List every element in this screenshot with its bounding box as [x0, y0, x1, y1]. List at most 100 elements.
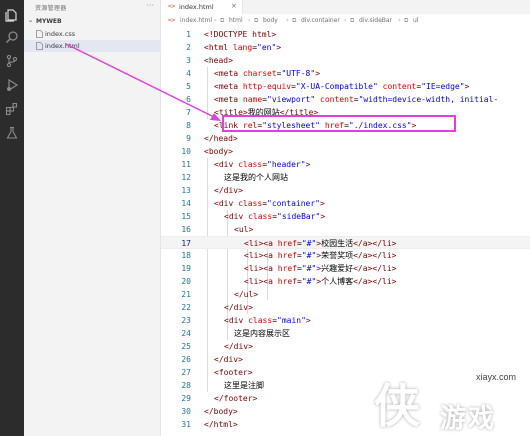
search-icon[interactable] [5, 30, 19, 44]
watermark-logo-char: 侠 [374, 379, 420, 433]
code-token: > [315, 69, 321, 78]
tag-icon: ⧉ [220, 17, 225, 24]
code-token: <ul> [234, 225, 254, 234]
file-item-index-css[interactable]: index.css [24, 28, 161, 40]
code-text: <div class="sideBar"> [224, 210, 325, 223]
code-line[interactable]: 19 <li><a href="#">兴趣爱好</a></li> [161, 262, 530, 275]
code-token: </li> [372, 277, 397, 286]
code-token: <meta [214, 82, 239, 91]
line-number: 12 [181, 173, 191, 182]
code-token: </div> [224, 342, 253, 351]
code-token: "UTF-8" [281, 69, 316, 78]
run-debug-icon[interactable] [5, 78, 19, 92]
code-token: "X-UA-Compatible" [295, 82, 378, 91]
code-line[interactable]: 1 <!DOCTYPE html> [161, 28, 530, 41]
more-actions-button[interactable]: ··· [146, 1, 154, 10]
code-line[interactable]: 28 这里是注脚 [161, 379, 530, 392]
code-line[interactable]: 17 <li><a href="#">校园生活</a></li> [161, 236, 530, 249]
code-token: "#" [301, 264, 317, 273]
code-line[interactable]: 3 <head> [161, 54, 530, 67]
code-line[interactable]: 4 <meta charset="UTF-8"> [161, 67, 530, 80]
code-token: class [238, 199, 263, 208]
code-text: <ul> [234, 223, 253, 236]
line-number: 15 [181, 212, 191, 221]
explorer-icon[interactable] [5, 8, 19, 22]
code-token: "header" [267, 160, 306, 169]
code-token: </a> [353, 264, 373, 273]
code-line[interactable]: 13 </div> [161, 184, 530, 197]
workspace-folder[interactable]: ⌄ MYWEB [24, 16, 161, 28]
testing-icon[interactable] [5, 126, 19, 140]
tag-icon: ⧉ [404, 17, 409, 24]
code-token: </a> [353, 251, 373, 260]
code-line[interactable]: 2 <html lang="en"> [161, 41, 530, 54]
code-line[interactable]: 16 <ul> [161, 223, 530, 236]
code-token: 个人博客 [321, 277, 354, 286]
breadcrumb-item[interactable]: html [229, 17, 243, 24]
line-number: 1 [186, 30, 191, 39]
code-token: <meta [214, 69, 239, 78]
code-text: <div class="container"> [214, 197, 325, 210]
code-token: "width=device-width, initial- [358, 95, 499, 104]
code-line[interactable]: 18 <li><a href="#">荣誉奖项</a></li> [161, 249, 530, 262]
code-token: > [305, 160, 311, 169]
code-line[interactable]: 15 <div class="sideBar"> [161, 210, 530, 223]
code-line[interactable]: 11 <div class="header"> [161, 158, 530, 171]
code-line[interactable]: 24 这是内容展示区 [161, 327, 530, 340]
line-number: 21 [181, 290, 191, 299]
code-line[interactable]: 26 </div> [161, 353, 530, 366]
code-line[interactable]: 10 <body> [161, 145, 530, 158]
code-line[interactable]: 27 <footer> [161, 366, 530, 379]
line-number: 11 [181, 160, 191, 169]
file-item-index-html[interactable]: index.html [24, 40, 161, 52]
code-editor[interactable]: 1 <!DOCTYPE html> 2 <html lang="en"> 3 <head>… [161, 28, 530, 436]
code-line[interactable]: 22 </div> [161, 301, 530, 314]
code-token: </footer> [214, 394, 258, 403]
file-name: index.html [45, 42, 80, 50]
line-number: 29 [181, 394, 191, 403]
code-token: </head> [204, 134, 238, 143]
line-number: 20 [181, 277, 191, 286]
extensions-icon[interactable] [5, 102, 19, 116]
line-number: 25 [181, 342, 191, 351]
code-line[interactable]: 9 </head> [161, 132, 530, 145]
breadcrumb: <> index.html › ⧉ html › ⧉ body › ⧉ div.… [161, 14, 530, 28]
line-number: 19 [181, 264, 191, 273]
code-text: <li><a href="#">个人博客</a></li> [244, 275, 396, 288]
close-icon[interactable]: × [231, 2, 237, 10]
line-number: 22 [181, 303, 191, 312]
code-text: <meta http-equiv="X-UA-Compatible" conte… [214, 80, 469, 93]
line-number: 28 [181, 381, 191, 390]
code-token: </ul> [234, 290, 259, 299]
code-token: > [464, 82, 470, 91]
code-line[interactable]: 6 <meta name="viewport" content="width=de… [161, 93, 530, 106]
code-line[interactable]: 23 <div class="main"> [161, 314, 530, 327]
editor-tab-bar: <> index.html × [161, 0, 530, 14]
code-token: > [320, 199, 325, 208]
source-control-icon[interactable] [5, 54, 19, 68]
code-line[interactable]: 20 <li><a href="#">个人博客</a></li> [161, 275, 530, 288]
code-token: content [320, 95, 354, 104]
code-line[interactable]: 5 <meta http-equiv="X-UA-Compatible" cont… [161, 80, 530, 93]
tab-index-html[interactable]: <> index.html × [161, 0, 243, 14]
code-text: </footer> [214, 392, 257, 405]
breadcrumb-item[interactable]: body [263, 17, 278, 24]
code-text: <div class="main"> [224, 314, 311, 327]
code-text: <html lang="en"> [204, 41, 281, 54]
code-line[interactable]: 21 </ul> [161, 288, 530, 301]
breadcrumb-item[interactable]: ul [413, 17, 418, 24]
breadcrumb-item[interactable]: div.sideBar [359, 17, 392, 24]
html-file-icon [36, 42, 43, 50]
breadcrumb-item[interactable]: index.html [180, 17, 212, 24]
line-number: 6 [186, 95, 191, 104]
code-text: <!DOCTYPE html> [204, 28, 276, 41]
code-token: </html> [204, 420, 238, 429]
code-line[interactable]: 14 <div class="container"> [161, 197, 530, 210]
code-token: <a [263, 239, 273, 248]
css-file-icon [36, 30, 43, 38]
breadcrumb-item[interactable]: div.container [301, 17, 340, 24]
code-token: content [382, 82, 417, 91]
code-line[interactable]: 25 </div> [161, 340, 530, 353]
code-token: </a> [353, 239, 373, 248]
code-line[interactable]: 12 这是我的个人网站 [161, 171, 530, 184]
